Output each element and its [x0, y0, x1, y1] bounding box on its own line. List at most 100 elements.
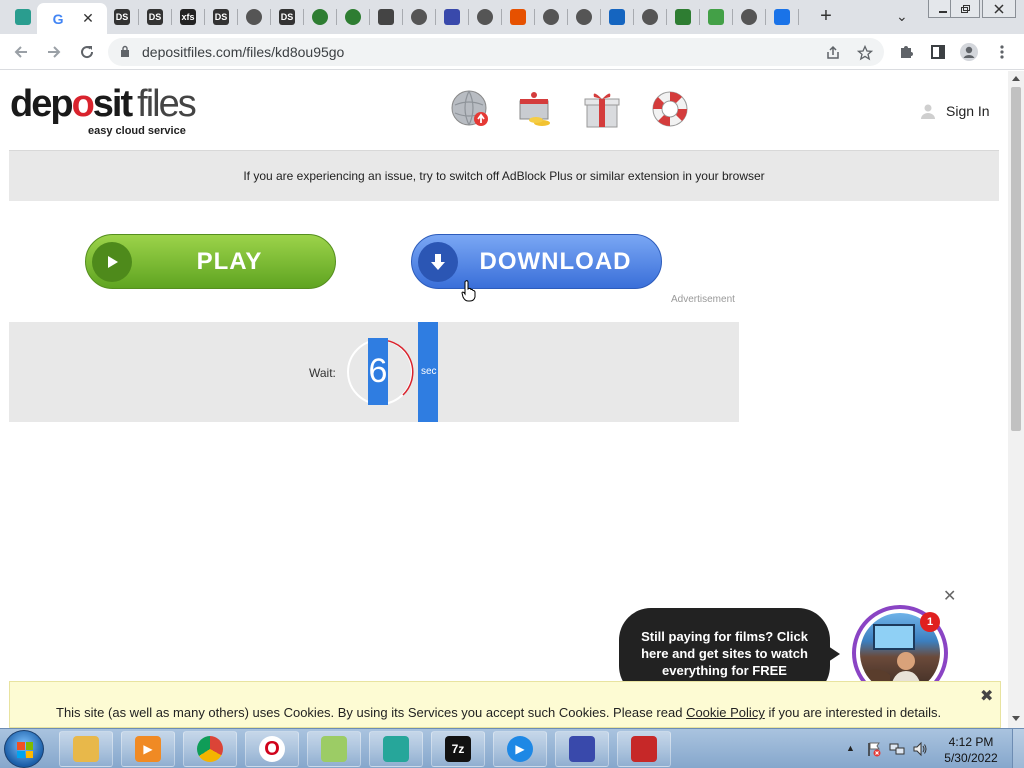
- globe-icon: [741, 9, 757, 25]
- back-button[interactable]: [11, 42, 31, 62]
- depositfiles-logo[interactable]: deposit files easy cloud service: [10, 85, 197, 137]
- tab-separator: [336, 9, 337, 25]
- browser-tab[interactable]: [239, 4, 269, 30]
- taskbar-notes[interactable]: [307, 731, 361, 767]
- browser-tab[interactable]: [536, 4, 566, 30]
- browser-tab[interactable]: [305, 4, 335, 30]
- browser-tab[interactable]: [767, 4, 797, 30]
- cookie-text-before: This site (as well as many others) uses …: [56, 705, 687, 720]
- coin-purse-icon[interactable]: [514, 89, 554, 129]
- browser-toolbar: depositfiles.com/files/kd8ou95go: [0, 34, 1024, 70]
- browser-tab[interactable]: DS: [272, 4, 302, 30]
- browser-tab[interactable]: [371, 4, 401, 30]
- taskbar-clock[interactable]: 4:12 PM 5/30/2022: [935, 734, 1007, 766]
- tab-separator: [270, 9, 271, 25]
- taskbar-explorer[interactable]: [59, 731, 113, 767]
- browser-tab[interactable]: [569, 4, 599, 30]
- reload-button[interactable]: [77, 42, 97, 62]
- new-tab-button[interactable]: +: [816, 6, 836, 27]
- profile-button[interactable]: [960, 43, 978, 61]
- network-icon[interactable]: [889, 741, 905, 757]
- globe-icon: [477, 9, 493, 25]
- menu-button[interactable]: [993, 43, 1011, 61]
- browser-tab[interactable]: [8, 4, 38, 30]
- scroll-up-icon[interactable]: [1012, 75, 1020, 81]
- browser-tab[interactable]: [437, 4, 467, 30]
- ds-icon: DS: [147, 9, 163, 25]
- minimize-icon: [939, 10, 947, 13]
- taskbar-media-player[interactable]: ▶: [121, 731, 175, 767]
- page-scrollbar[interactable]: [1008, 71, 1024, 728]
- scroll-thumb[interactable]: [1011, 87, 1021, 431]
- lifebuoy-icon[interactable]: [650, 89, 690, 129]
- url-text[interactable]: depositfiles.com/files/kd8ou95go: [142, 44, 344, 60]
- lock-icon: [121, 45, 129, 57]
- browser-tab[interactable]: xfs: [173, 4, 203, 30]
- browser-tab[interactable]: [734, 4, 764, 30]
- flag-warning-icon[interactable]: [866, 741, 882, 757]
- address-bar[interactable]: depositfiles.com/files/kd8ou95go: [108, 38, 884, 66]
- cookie-text-after: if you are interested in details.: [764, 705, 942, 720]
- gift-box-icon[interactable]: [582, 89, 622, 129]
- tab-separator: [303, 9, 304, 25]
- play-button[interactable]: PLAY: [85, 234, 336, 289]
- taskbar-monitor[interactable]: [555, 731, 609, 767]
- seconds-label: sec: [418, 322, 438, 422]
- browser-tab[interactable]: [635, 4, 665, 30]
- browser-tab[interactable]: [701, 4, 731, 30]
- scroll-down-icon[interactable]: [1012, 716, 1020, 722]
- tab-separator: [501, 9, 502, 25]
- tray-expand-icon[interactable]: ▲: [846, 743, 855, 753]
- cookie-close-button[interactable]: ✖: [980, 686, 993, 706]
- tab-search-button[interactable]: ⌄: [896, 8, 908, 25]
- upload-globe-icon[interactable]: [449, 89, 489, 129]
- browser-tab[interactable]: G ✕: [37, 3, 107, 34]
- taskbar-chrome[interactable]: [183, 731, 237, 767]
- taskbar-7zip[interactable]: 7z: [431, 731, 485, 767]
- tab-close-button[interactable]: ✕: [82, 10, 94, 27]
- browser-tab[interactable]: DS: [107, 4, 137, 30]
- countdown-panel: Wait: 6 sec: [9, 322, 739, 422]
- taskbar-opera[interactable]: O: [245, 731, 299, 767]
- browser-tab[interactable]: DS: [140, 4, 170, 30]
- sign-in-link[interactable]: Sign In: [920, 103, 990, 119]
- browser-tab[interactable]: [668, 4, 698, 30]
- bookmark-star-icon[interactable]: [857, 45, 873, 61]
- taskbar-game[interactable]: [617, 731, 671, 767]
- tab-separator: [402, 9, 403, 25]
- browser-tab[interactable]: [470, 4, 500, 30]
- tab-separator: [435, 9, 436, 25]
- play-button-label: PLAY: [196, 247, 263, 275]
- side-panel-button[interactable]: [929, 43, 947, 61]
- opera-icon: O: [259, 736, 285, 762]
- browser-tab[interactable]: [338, 4, 368, 30]
- browser-tab[interactable]: [404, 4, 434, 30]
- chrome-icon: [543, 9, 559, 25]
- tab-separator: [798, 9, 799, 25]
- browser-tab[interactable]: [503, 4, 533, 30]
- volume-icon[interactable]: [912, 741, 928, 757]
- gear-icon: [444, 9, 460, 25]
- google-icon: G: [50, 10, 67, 27]
- browser-tab[interactable]: DS: [206, 4, 236, 30]
- cookie-policy-link[interactable]: Cookie Policy: [686, 705, 765, 720]
- download-button[interactable]: DOWNLOAD: [411, 234, 662, 289]
- taskbar-player[interactable]: ▶: [493, 731, 547, 767]
- side-panel-icon: [931, 45, 945, 59]
- show-desktop-button[interactable]: [1012, 729, 1024, 768]
- tab-separator: [468, 9, 469, 25]
- start-button[interactable]: [4, 730, 44, 768]
- cookie-banner: This site (as well as many others) uses …: [9, 681, 1001, 728]
- restore-button[interactable]: [950, 0, 980, 18]
- reload-icon: [81, 46, 94, 59]
- puzzle-icon: [901, 46, 913, 58]
- forward-button[interactable]: [44, 42, 64, 62]
- share-icon[interactable]: [825, 45, 841, 61]
- close-window-button[interactable]: [982, 0, 1016, 18]
- browser-tab[interactable]: [602, 4, 632, 30]
- sign-in-label: Sign In: [946, 103, 990, 119]
- popup-close-button[interactable]: ✕: [943, 586, 956, 606]
- taskbar-app-cubes[interactable]: [369, 731, 423, 767]
- monkey-icon: [510, 9, 526, 25]
- extensions-button[interactable]: [897, 43, 915, 61]
